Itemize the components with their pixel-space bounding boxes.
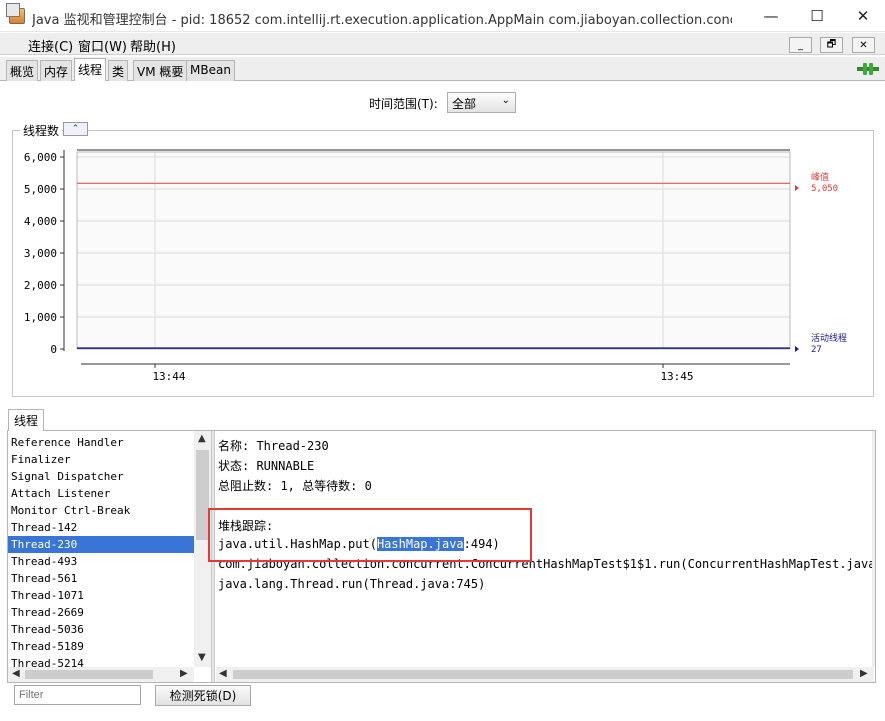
tab-overview[interactable]: 概览 [6,60,39,81]
thread-counts-line: 总阻止数: 1, 总等待数: 0 [218,479,372,493]
inner-close-button[interactable]: ✕ [852,37,875,53]
inner-restore-button[interactable]: 🗗 [820,37,843,53]
thread-list-item[interactable]: Attach Listener [8,485,194,502]
thread-name-line: 名称: Thread-230 [218,439,329,453]
thread-list-item[interactable]: Thread-5214 [8,655,194,667]
chevron-down-icon: ⌄ [501,95,510,106]
menu-help[interactable]: 帮助(H) [130,36,176,55]
scroll-right-icon[interactable]: ▶ [180,668,188,679]
thread-list-item[interactable]: Thread-5036 [8,621,194,638]
thread-list-item[interactable]: Thread-142 [8,519,194,536]
collapse-chart-button[interactable]: ⌃ [63,122,88,136]
time-range-value: 全部 [452,97,477,111]
tab-vm-summary[interactable]: VM 概要 [133,60,188,81]
minimize-button[interactable]: — [748,0,794,32]
scroll-left-icon[interactable]: ◀ [12,668,20,679]
thread-list-item[interactable]: Thread-561 [8,570,194,587]
thread-list[interactable]: Reference Handler Finalizer Signal Dispatc… [8,431,194,667]
thread-list-item[interactable]: Thread-493 [8,553,194,570]
window-menu-icon[interactable] [6,3,20,17]
stack-frame-2: java.lang.Thread.run(Thread.java:745) [218,577,486,591]
time-range-label: 时间范围(T): [369,97,438,111]
threads-subtab[interactable]: 线程 [8,409,44,431]
detect-deadlock-button[interactable]: 检测死锁(D) [155,685,251,706]
menu-window[interactable]: 窗口(W) [78,36,127,55]
tab-threads[interactable]: 线程 [74,58,107,81]
tab-mbean[interactable]: MBean [186,60,235,81]
window-title: Java 监视和管理控制台 - pid: 18652 com.intellij.… [32,13,732,28]
detail-vertical-scrollbar[interactable] [872,431,875,667]
thread-list-item[interactable]: Thread-230 [8,536,194,553]
detail-hscroll-thumb[interactable] [233,670,853,679]
annotation-highlight-box [208,508,532,562]
time-range-select[interactable]: 全部 ⌄ [447,92,516,113]
maximize-button[interactable]: ☐ [794,0,840,32]
thread-list-item[interactable]: Thread-2669 [8,604,194,621]
thread-state-line: 状态: RUNNABLE [218,459,315,473]
chart-panel-title: 线程数 [20,122,63,139]
detail-scroll-left-icon[interactable]: ◀ [219,668,227,679]
connection-status-icon [857,63,879,75]
detail-scroll-right-icon[interactable]: ▶ [860,668,868,679]
thread-list-item[interactable]: Finalizer [8,451,194,468]
close-button[interactable]: ✕ [840,0,885,32]
thread-list-item[interactable]: Thread-1071 [8,587,194,604]
scroll-down-icon[interactable]: ▼ [198,652,206,663]
tab-memory[interactable]: 内存 [40,60,73,81]
thread-count-panel [12,130,874,397]
thread-list-item[interactable]: Signal Dispatcher [8,468,194,485]
inner-minimize-button[interactable]: _ [789,37,812,53]
tab-classes[interactable]: 类 [108,60,129,81]
thread-list-item[interactable]: Reference Handler [8,434,194,451]
thread-list-item[interactable]: Monitor Ctrl-Break [8,502,194,519]
thread-list-hscroll-thumb[interactable] [25,670,153,679]
thread-list-item[interactable]: Thread-5189 [8,638,194,655]
thread-filter-input[interactable] [14,685,141,705]
scroll-up-icon[interactable]: ▲ [198,433,206,444]
menu-connection[interactable]: 连接(C) [28,36,73,55]
